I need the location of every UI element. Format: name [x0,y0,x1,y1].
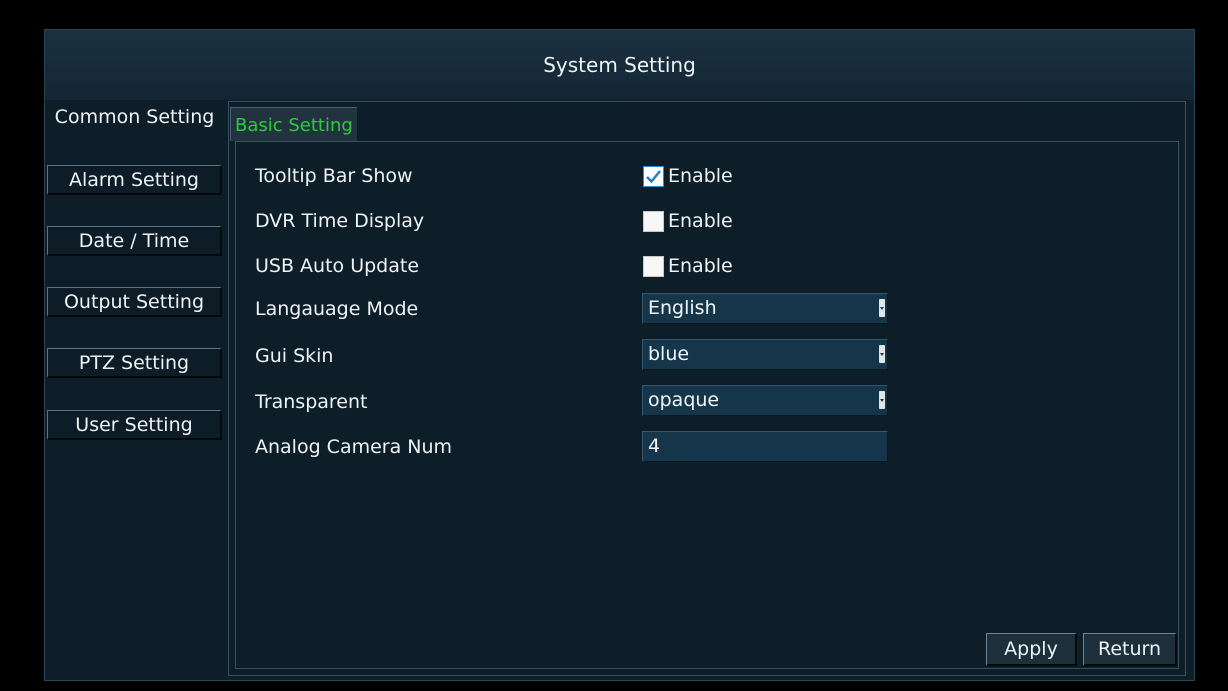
sidebar-item-ptz-setting[interactable]: PTZ Setting [47,348,222,378]
tooltip-bar-label: Tooltip Bar Show [255,165,413,187]
tooltip-bar-checkbox-row[interactable]: Enable [643,165,733,187]
language-select[interactable]: English [642,293,888,324]
system-setting-window: System Setting Common Setting Alarm Sett… [44,29,1195,681]
transparent-select[interactable]: opaque [642,385,888,416]
tab-basic-setting[interactable]: Basic Setting [230,107,357,141]
camera-num-input[interactable]: 4 [642,431,888,462]
language-label: Langauage Mode [255,298,419,320]
gui-skin-value: blue [648,343,690,365]
camera-num-value: 4 [648,435,661,457]
return-button-label: Return [1097,638,1162,660]
sidebar-item-date-time[interactable]: Date / Time [47,226,222,256]
language-value: English [648,297,717,319]
usb-update-label: USB Auto Update [255,255,420,277]
title-bar: System Setting [45,30,1194,100]
sidebar-item-label: Alarm Setting [69,168,199,191]
tooltip-bar-checkbox[interactable] [643,165,664,187]
window-title: System Setting [543,53,696,77]
sidebar-item-label: Date / Time [78,229,190,252]
transparent-label: Transparent [255,391,368,413]
sidebar-item-label: PTZ Setting [78,351,190,374]
apply-button-label: Apply [1004,638,1058,660]
sidebar-item-user-setting[interactable]: User Setting [47,410,222,440]
gui-skin-label: Gui Skin [255,345,334,367]
dropdown-arrow-icon [879,391,885,409]
sidebar-item-common-setting[interactable]: Common Setting [47,102,222,132]
return-button[interactable]: Return [1083,633,1177,666]
tab-label: Basic Setting [235,115,353,136]
dvr-time-label: DVR Time Display [255,210,425,232]
dvr-time-checkbox-row[interactable]: Enable [643,210,733,232]
dvr-time-checkbox[interactable] [643,210,664,232]
apply-button[interactable]: Apply [986,633,1077,666]
dvr-time-enable-label: Enable [668,210,733,232]
dropdown-arrow-icon [879,345,885,363]
sidebar-item-alarm-setting[interactable]: Alarm Setting [47,165,222,195]
tooltip-bar-enable-label: Enable [668,165,733,187]
sidebar-item-label: Output Setting [63,290,205,313]
usb-update-checkbox-row[interactable]: Enable [643,255,733,277]
sidebar-item-output-setting[interactable]: Output Setting [47,287,222,317]
usb-update-enable-label: Enable [668,255,733,277]
camera-num-label: Analog Camera Num [255,436,453,458]
sidebar-item-label: Common Setting [54,106,215,128]
gui-skin-select[interactable]: blue [642,339,888,370]
usb-update-checkbox[interactable] [643,255,664,277]
transparent-value: opaque [648,389,720,411]
dropdown-arrow-icon [879,299,885,317]
check-icon [646,169,661,183]
sidebar-item-label: User Setting [75,413,193,436]
